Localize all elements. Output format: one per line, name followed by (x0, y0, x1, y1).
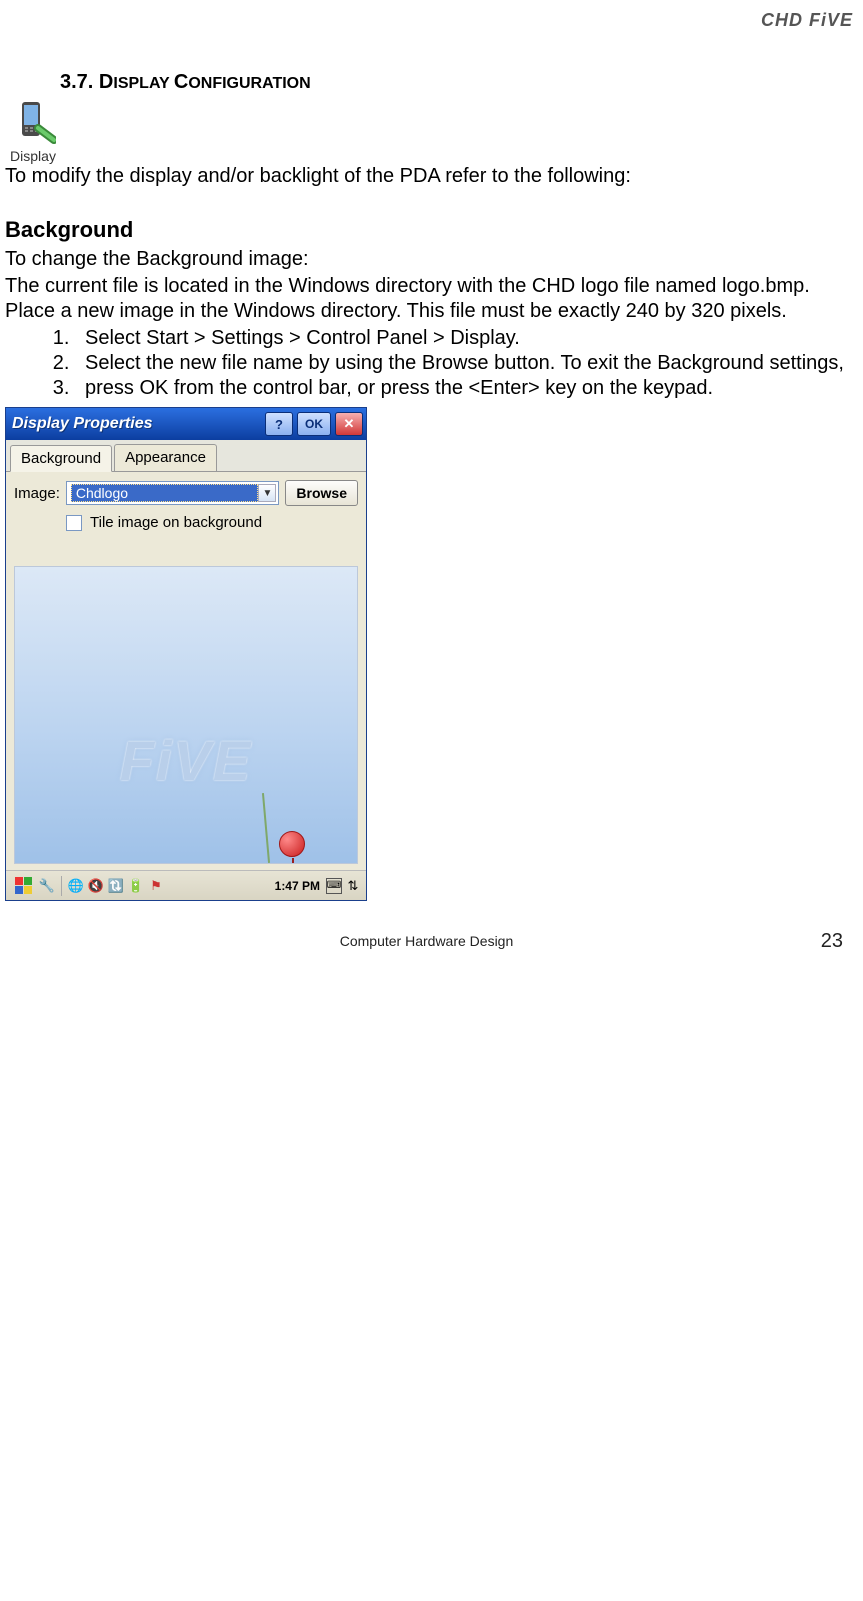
background-preview: FiVE (14, 566, 358, 864)
tab-background[interactable]: Background (10, 445, 112, 472)
tab-body: Image: Chdlogo ▼ Browse Tile image on ba… (6, 472, 366, 870)
pda-display-icon (10, 100, 56, 146)
start-button[interactable] (10, 874, 36, 898)
step-1: Select Start > Settings > Control Panel … (75, 326, 863, 351)
tile-row: Tile image on background (66, 514, 358, 531)
bg-p1: To change the Background image: (5, 247, 863, 272)
help-button[interactable]: ? (265, 412, 293, 436)
section-title-isplay: ISPLAY (113, 75, 173, 92)
step-2: Select the new file name by using the Br… (75, 351, 863, 376)
tile-checkbox[interactable] (66, 515, 82, 531)
taskbar-clock[interactable]: 1:47 PM (275, 879, 320, 893)
section-title: 3.7. DISPLAY CONFIGURATION (60, 71, 863, 94)
network-icon[interactable]: 🌐 (67, 877, 85, 895)
display-properties-window: Display Properties ? OK ✕ Background App… (5, 407, 367, 901)
step-1-text: Select Start > Settings > Control Panel … (85, 327, 520, 349)
red-pin-icon (279, 831, 305, 857)
titlebar: Display Properties ? OK ✕ (6, 408, 366, 440)
expand-tray-icon[interactable]: ⇅ (344, 877, 362, 895)
image-label: Image: (14, 485, 60, 502)
tab-strip: Background Appearance (6, 440, 366, 472)
image-combo[interactable]: Chdlogo ▼ (66, 481, 280, 505)
step-2-text: Select the new file name by using the Br… (85, 352, 844, 374)
image-row: Image: Chdlogo ▼ Browse (14, 480, 358, 506)
app-icon[interactable]: 🔧 (38, 877, 56, 895)
battery-icon[interactable]: 🔋 (127, 877, 145, 895)
footer-text: Computer Hardware Design (340, 933, 514, 949)
volume-mute-icon[interactable]: 🔇 (87, 877, 105, 895)
section-title-d: D (99, 71, 113, 93)
bg-p2: The current file is located in the Windo… (5, 274, 863, 324)
steps-list: Select Start > Settings > Control Panel … (75, 326, 863, 401)
image-combo-value: Chdlogo (71, 484, 259, 502)
display-icon-label: Display (5, 148, 61, 164)
grass-blade-icon (262, 793, 270, 863)
alert-icon[interactable]: ⚑ (147, 877, 165, 895)
display-icon-block: Display (5, 100, 61, 164)
sync-icon[interactable]: 🔃 (107, 877, 125, 895)
browse-button[interactable]: Browse (285, 480, 358, 506)
step-3-text: press OK from the control bar, or press … (85, 377, 713, 399)
section-number: 3.7. (60, 71, 93, 93)
tile-label: Tile image on background (90, 514, 262, 531)
section-title-onfiguration: ONFIGURATION (188, 75, 310, 92)
page-footer: Computer Hardware Design 23 (0, 933, 853, 949)
taskbar-divider (61, 876, 62, 896)
keyboard-icon[interactable]: ⌨ (326, 878, 342, 894)
section-title-c: C (174, 71, 188, 93)
taskbar: 🔧 🌐 🔇 🔃 🔋 ⚑ 1:47 PM ⌨ ⇅ (6, 870, 366, 900)
page-number: 23 (821, 930, 843, 953)
close-button[interactable]: ✕ (335, 412, 363, 436)
five-logo: FiVE (15, 728, 357, 793)
chevron-down-icon[interactable]: ▼ (258, 484, 276, 502)
window-title: Display Properties (12, 415, 261, 433)
brand-header: CHD FiVE (5, 10, 863, 31)
ok-button[interactable]: OK (297, 412, 331, 436)
tray-icons: 🌐 🔇 🔃 🔋 ⚑ (67, 877, 165, 895)
tab-appearance[interactable]: Appearance (114, 444, 217, 471)
windows-flag-icon (15, 877, 32, 894)
step-3: press OK from the control bar, or press … (75, 376, 863, 401)
background-heading: Background (5, 217, 863, 243)
intro-text: To modify the display and/or backlight o… (5, 164, 863, 189)
